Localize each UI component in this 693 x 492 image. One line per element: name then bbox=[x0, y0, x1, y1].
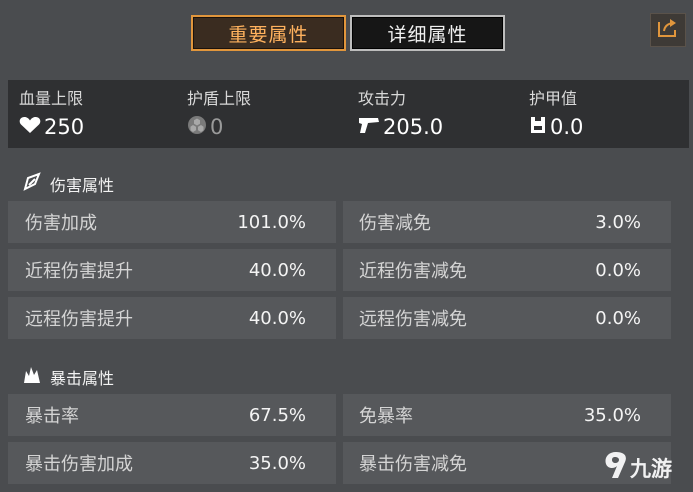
stat-label: 伤害加成 bbox=[25, 213, 97, 234]
stat-label: 伤害减免 bbox=[359, 213, 431, 234]
watermark-text: 九游 bbox=[630, 456, 672, 481]
shield-hex-icon bbox=[187, 115, 210, 140]
stat-value: 101.0% bbox=[237, 211, 306, 233]
stat-value: 250 bbox=[44, 115, 85, 139]
stat-label: 近程伤害提升 bbox=[25, 261, 133, 282]
stat-row: 暴击率 67.5% bbox=[8, 394, 336, 436]
stat-label: 护盾上限 bbox=[187, 89, 252, 108]
stat-label: 血量上限 bbox=[19, 89, 84, 108]
core-stats-panel: 血量上限 250 护盾上限 0 攻击力 205.0 护甲值 0.0 bbox=[8, 80, 689, 148]
stat-row: 远程伤害减免 0.0% bbox=[343, 297, 671, 339]
stat-value: 67.5% bbox=[248, 404, 306, 426]
stat-value: 35.0% bbox=[248, 452, 306, 474]
stat-row: 近程伤害减免 0.0% bbox=[343, 249, 671, 291]
stat-value: 3.0% bbox=[595, 211, 641, 233]
stat-value: 0.0% bbox=[595, 259, 641, 281]
stat-label: 暴击伤害减免 bbox=[359, 454, 467, 475]
stat-hp-max: 血量上限 250 bbox=[8, 80, 179, 148]
stat-row: 远程伤害提升 40.0% bbox=[8, 297, 336, 339]
section-title-crit: 暴击属性 bbox=[22, 365, 114, 389]
stat-value: 205.0 bbox=[383, 115, 444, 139]
stat-row: 暴击伤害加成 35.0% bbox=[8, 442, 336, 484]
stat-label: 近程伤害减免 bbox=[359, 261, 467, 282]
stat-row: 近程伤害提升 40.0% bbox=[8, 249, 336, 291]
section-title-damage: 伤害属性 bbox=[22, 172, 114, 196]
stat-label: 暴击伤害加成 bbox=[25, 454, 133, 475]
damage-icon bbox=[22, 172, 50, 196]
crit-icon bbox=[22, 365, 50, 389]
stat-label: 免暴率 bbox=[359, 406, 413, 427]
attribute-tabs: 重要属性 详细属性 bbox=[191, 15, 505, 51]
stat-shield-max: 护盾上限 0 bbox=[179, 80, 347, 148]
nine-game-logo-icon bbox=[602, 450, 630, 485]
gun-icon bbox=[358, 115, 383, 140]
stat-row: 伤害加成 101.0% bbox=[8, 201, 336, 243]
stat-label: 护甲值 bbox=[529, 89, 578, 108]
stat-value: 0.0% bbox=[595, 307, 641, 329]
heart-icon bbox=[19, 115, 44, 139]
stat-armor: 护甲值 0.0 bbox=[518, 80, 689, 148]
tab-important-attributes[interactable]: 重要属性 bbox=[191, 15, 346, 51]
stat-row: 免暴率 35.0% bbox=[343, 394, 671, 436]
tab-detailed-attributes[interactable]: 详细属性 bbox=[350, 15, 505, 51]
watermark-logo: 九游 bbox=[602, 450, 672, 485]
stat-attack: 攻击力 205.0 bbox=[347, 80, 518, 148]
stat-label: 暴击率 bbox=[25, 406, 79, 427]
stat-label: 攻击力 bbox=[358, 89, 407, 108]
stat-row: 伤害减免 3.0% bbox=[343, 201, 671, 243]
stat-label: 远程伤害减免 bbox=[359, 309, 467, 330]
stat-value: 40.0% bbox=[248, 307, 306, 329]
armor-icon bbox=[529, 115, 550, 140]
share-button[interactable] bbox=[650, 13, 686, 47]
stat-value: 40.0% bbox=[248, 259, 306, 281]
stat-label: 远程伤害提升 bbox=[25, 309, 133, 330]
stat-value: 0 bbox=[210, 115, 224, 139]
stat-value: 0.0 bbox=[550, 115, 584, 139]
stat-value: 35.0% bbox=[583, 404, 641, 426]
share-icon bbox=[656, 17, 680, 43]
